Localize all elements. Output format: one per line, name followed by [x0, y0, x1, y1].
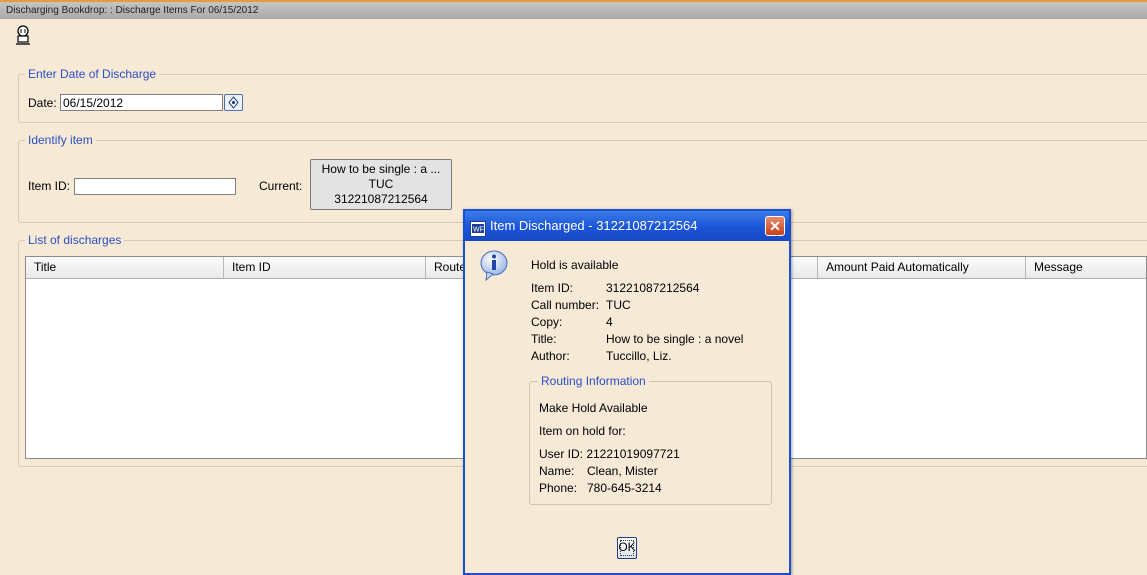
- column-amount-paid[interactable]: Amount Paid Automatically: [818, 257, 1026, 278]
- discharges-section-legend: List of discharges: [25, 233, 125, 247]
- info-icon: [478, 249, 510, 282]
- window-title: Discharging Bookdrop: : Discharge Items …: [0, 2, 1147, 19]
- dialog-titlebar[interactable]: WF Item Discharged - 31221087212564 ✕: [465, 211, 789, 241]
- field-item-id-label: Item ID:: [531, 281, 574, 295]
- routing-name-label: Name:: [539, 464, 575, 478]
- current-label: Current:: [259, 179, 303, 193]
- svg-text:WF: WF: [473, 227, 484, 234]
- current-item-box: How to be single : a ... TUC 31221087212…: [310, 159, 452, 210]
- field-author-label: Author:: [531, 349, 570, 363]
- field-copy-label: Copy:: [531, 315, 563, 329]
- close-icon[interactable]: ✕: [765, 216, 785, 236]
- item-discharged-dialog: WF Item Discharged - 31221087212564 ✕ Ho…: [463, 209, 791, 575]
- dialog-heading: Hold is available: [531, 258, 619, 272]
- routing-information-group: Routing Information Make Hold Available …: [529, 374, 772, 505]
- routing-name-value: Clean, Mister: [587, 464, 658, 478]
- routing-legend: Routing Information: [538, 374, 649, 388]
- date-section: Enter Date of Discharge Date:: [18, 67, 1147, 123]
- dialog-title: Item Discharged - 31221087212564: [490, 218, 698, 233]
- current-item-title: How to be single : a ...: [321, 162, 441, 176]
- routing-phone-label: Phone:: [539, 481, 578, 495]
- date-label: Date:: [28, 96, 57, 110]
- field-title-value: How to be single : a novel: [606, 332, 744, 346]
- helper-tool-icon[interactable]: [12, 24, 34, 46]
- column-message[interactable]: Message: [1026, 257, 1147, 278]
- field-author-value: Tuccillo, Liz.: [606, 349, 672, 363]
- app-icon: WF: [470, 218, 486, 237]
- date-input[interactable]: [60, 94, 223, 111]
- routing-phone-value: 780-645-3214: [587, 481, 662, 495]
- current-item-id: 31221087212564: [334, 192, 428, 206]
- column-item-id[interactable]: Item ID: [224, 257, 426, 278]
- identify-section-legend: Identify item: [25, 133, 96, 147]
- item-id-input[interactable]: [74, 178, 236, 195]
- routing-action: Make Hold Available: [539, 401, 648, 415]
- ok-button[interactable]: OK: [617, 537, 637, 559]
- calendar-icon[interactable]: [224, 94, 243, 111]
- date-section-legend: Enter Date of Discharge: [25, 67, 160, 81]
- routing-hold-for: Item on hold for:: [539, 424, 626, 438]
- current-item-call-number: TUC: [368, 177, 394, 191]
- routing-user-id: User ID: 21221019097721: [539, 447, 680, 461]
- column-title[interactable]: Title: [26, 257, 224, 278]
- item-id-label: Item ID:: [28, 179, 71, 193]
- field-title-label: Title:: [531, 332, 557, 346]
- field-item-id-value: 31221087212564: [606, 281, 700, 295]
- field-call-number-label: Call number:: [531, 298, 600, 312]
- field-copy-value: 4: [606, 315, 613, 329]
- field-call-number-value: TUC: [606, 298, 631, 312]
